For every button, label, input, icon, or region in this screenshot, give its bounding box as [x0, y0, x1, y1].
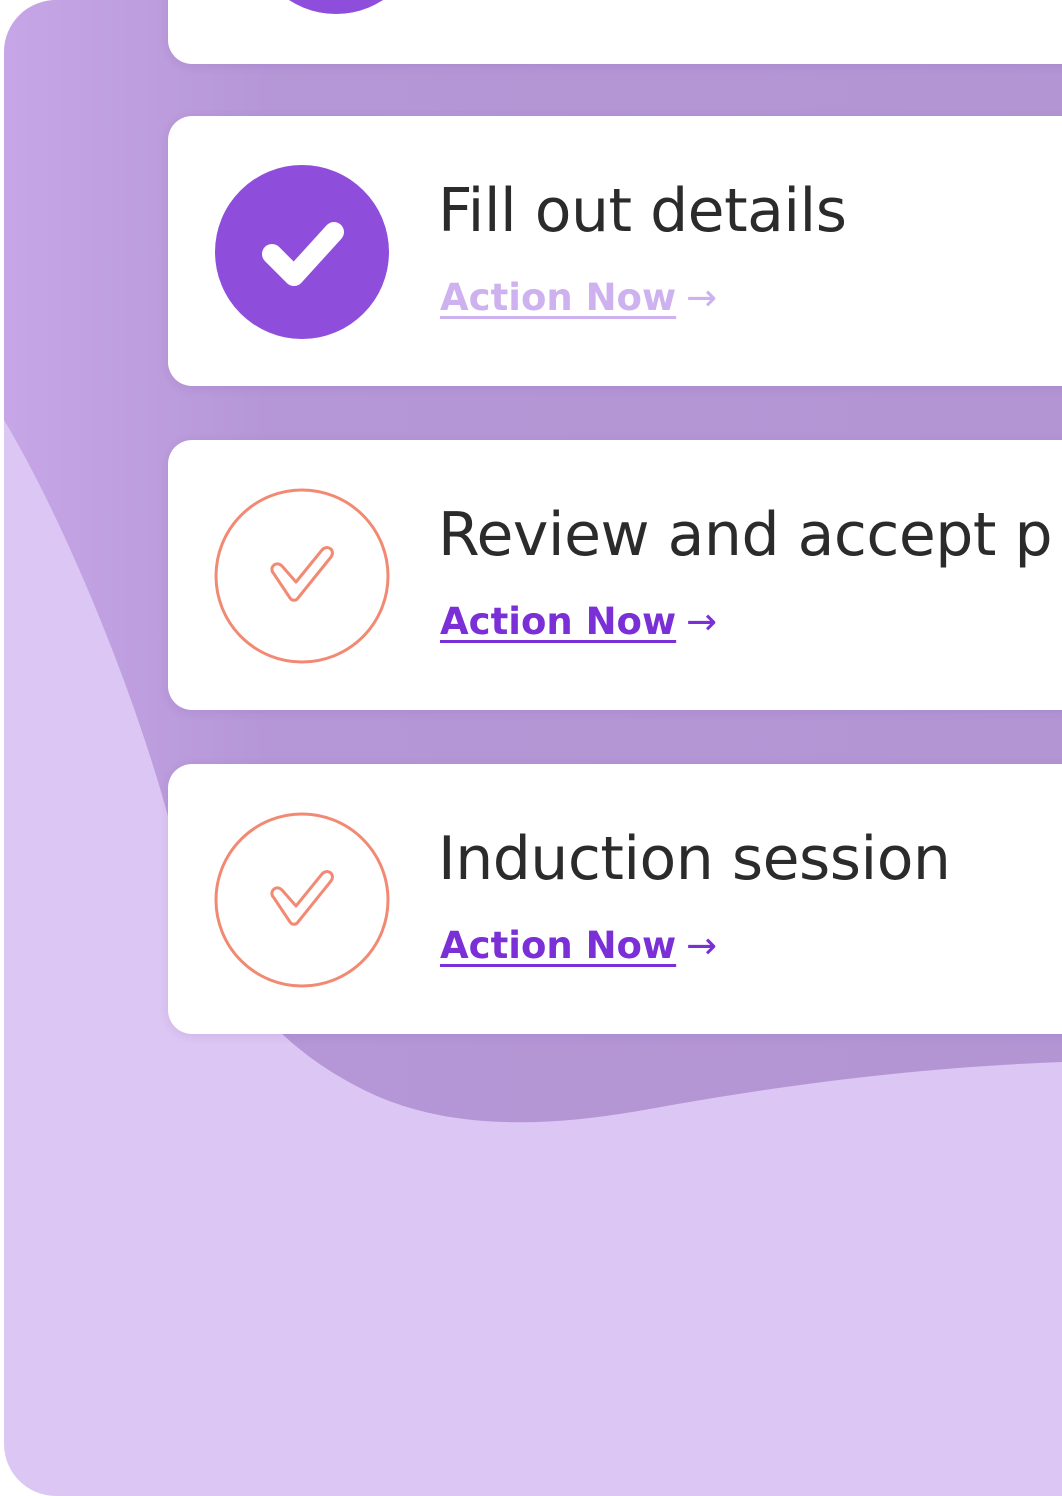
task-card-induction-session[interactable]: Induction session Action Now → [168, 764, 1062, 1034]
task-title: Review and accept p [438, 500, 1053, 570]
action-label: Action Now [440, 276, 677, 319]
action-now-link[interactable]: Action Now → [440, 276, 717, 319]
check-outline-icon [214, 488, 390, 664]
check-filled-icon [215, 165, 389, 339]
action-label: Action Now [440, 924, 677, 967]
task-card-review-and-accept[interactable]: Review and accept p Action Now → [168, 440, 1062, 710]
task-title: Fill out details [438, 176, 847, 246]
action-now-link[interactable]: Action Now → [440, 600, 717, 643]
task-title: Induction session [438, 824, 951, 894]
app-frame: Fill out details Action Now → Review and … [4, 0, 1062, 1496]
action-now-link[interactable]: Action Now → [440, 924, 717, 967]
arrow-right-icon: → [686, 276, 718, 319]
task-card-previous [168, 0, 1062, 64]
arrow-right-icon: → [686, 924, 718, 967]
task-card-fill-out-details[interactable]: Fill out details Action Now → [168, 116, 1062, 386]
check-outline-icon [214, 812, 390, 988]
arrow-right-icon: → [686, 600, 718, 643]
check-filled-icon [289, 0, 383, 14]
action-label: Action Now [440, 600, 677, 643]
